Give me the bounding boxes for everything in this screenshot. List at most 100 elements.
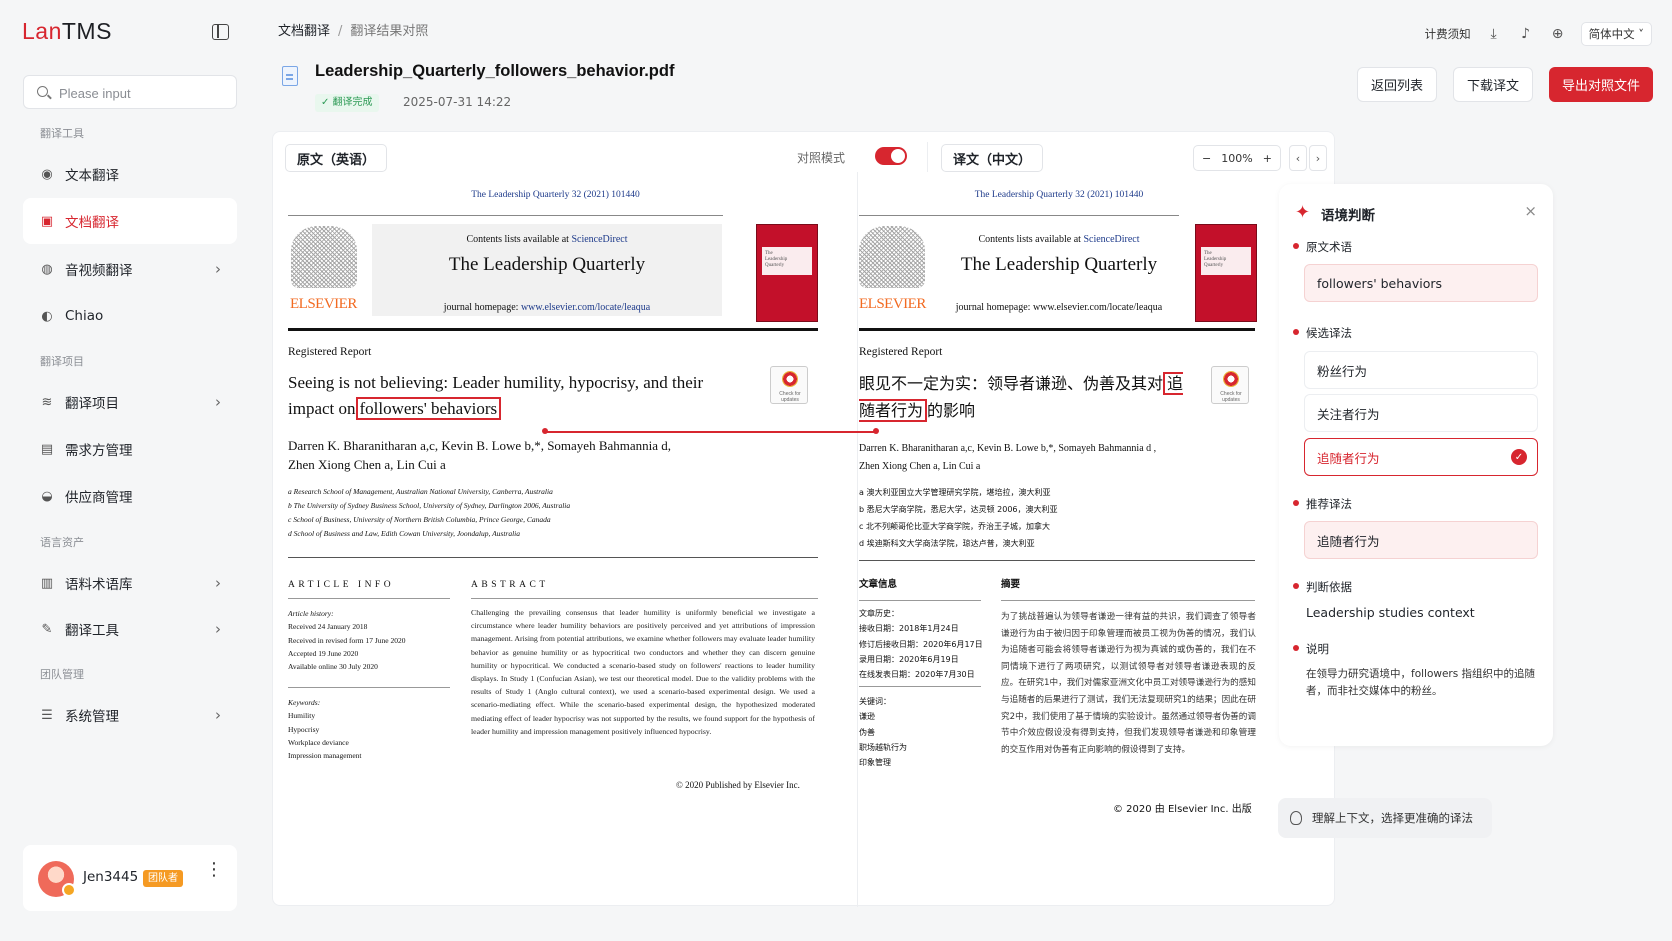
search-icon	[37, 86, 48, 97]
prev-page-button[interactable]: ‹	[1289, 145, 1307, 171]
copyright: © 2020 Published by Elsevier Inc.	[676, 780, 800, 790]
sciencedirect-link[interactable]: ScienceDirect	[1083, 234, 1139, 245]
download-translation-button[interactable]: 下载译文	[1453, 67, 1533, 102]
elsevier-tree-logo	[291, 226, 357, 288]
authors: Darren K. Bharanitharan a,c, Kevin B. Lo…	[859, 443, 1157, 472]
next-page-button[interactable]: ›	[1309, 145, 1327, 171]
masthead-rule	[288, 328, 818, 331]
check-for-updates-badge[interactable]: Check for updates	[1211, 366, 1249, 404]
panel-title: 语境判断	[1321, 208, 1375, 224]
globe-icon[interactable]: ⊕	[1549, 25, 1567, 43]
source-citation: The Leadership Quarterly 32 (2021) 10144…	[471, 190, 640, 200]
chiao-icon: ◐	[41, 308, 53, 324]
journal-homepage-link[interactable]: www.elsevier.com/locate/leaqua	[1033, 302, 1162, 313]
sidebar: LanTMS 翻译工具 ◉文本翻译 ▣文档翻译 ◍音视频翻译› ◐Chiao 翻…	[0, 0, 252, 941]
candidate-option[interactable]: 粉丝行为	[1304, 351, 1538, 389]
chevron-right-icon: ›	[215, 620, 221, 638]
candidate-option-selected[interactable]: 追随者行为 ✓	[1304, 438, 1538, 476]
lightbulb-icon	[1290, 811, 1302, 825]
header-rule	[288, 215, 723, 216]
breadcrumb-doc-translation[interactable]: 文档翻译	[278, 24, 330, 39]
abstract-heading: 摘要	[1001, 579, 1021, 590]
zoom-control: − 100% +	[1193, 145, 1281, 171]
recommended-translation: 追随者行为	[1304, 521, 1538, 559]
term-link-dot-target	[873, 428, 879, 434]
export-comparison-button[interactable]: 导出对照文件	[1549, 67, 1653, 102]
abstract-heading: ABSTRACT	[471, 580, 549, 590]
sciencedirect-link[interactable]: ScienceDirect	[571, 234, 627, 245]
role-badge: 团队者	[143, 870, 183, 887]
close-icon[interactable]: ×	[1524, 202, 1537, 220]
sidebar-item-corpus[interactable]: ▥ 语料术语库 ›	[23, 560, 237, 606]
more-options-icon[interactable]: ⋮	[205, 861, 223, 879]
zoom-in-button[interactable]: +	[1263, 152, 1272, 165]
source-term-box: followers' behaviors	[1304, 264, 1538, 302]
article-info-heading: ARTICLE INFO	[288, 580, 395, 590]
sidebar-item-system[interactable]: ☰ 系统管理 ›	[23, 692, 237, 738]
compare-mode-toggle[interactable]	[875, 147, 907, 165]
sparkle-icon: ✦	[1295, 202, 1311, 223]
file-date: 2025-07-31 14:22	[403, 95, 512, 109]
user-card[interactable]: Jen3445 团队者 ⋮	[23, 845, 237, 911]
sidebar-item-document-translation[interactable]: ▣ 文档翻译	[23, 198, 237, 244]
candidate-option[interactable]: 关注者行为	[1304, 394, 1538, 432]
section-label-tools: 翻译工具	[40, 127, 84, 140]
chevron-right-icon: ›	[215, 393, 221, 411]
zoom-out-button[interactable]: −	[1202, 152, 1211, 165]
chevron-right-icon: ›	[215, 260, 221, 278]
sidebar-collapse-icon[interactable]	[212, 24, 229, 40]
zoom-level: 100%	[1221, 151, 1253, 165]
sidebar-item-projects[interactable]: ≋ 翻译项目 ›	[23, 379, 237, 425]
report-type: Registered Report	[859, 346, 943, 358]
term-link-dot-source	[542, 428, 548, 434]
journal-masthead: Contents lists available at ScienceDirec…	[938, 224, 1180, 316]
journal-title: The Leadership Quarterly	[960, 254, 1158, 275]
bell-icon[interactable]: ♪	[1517, 25, 1535, 43]
app-logo[interactable]: LanTMS	[22, 18, 112, 45]
candidates-label: 候选译法	[1306, 326, 1352, 340]
sidebar-item-demand[interactable]: ▤ 需求方管理	[23, 426, 237, 472]
article-history: 文章历史： 接收日期：2018年1月24日 修订后接收日期：2020年6月17日 录用…	[859, 609, 983, 680]
copyright: © 2020 由 Elsevier Inc. 出版	[1113, 804, 1252, 815]
affiliations: a Research School of Management, Austral…	[288, 487, 571, 538]
article-title: Seeing is not believing: Leader humility…	[288, 373, 704, 420]
sidebar-item-tools[interactable]: ✎ 翻译工具 ›	[23, 606, 237, 652]
document-icon: ▣	[40, 213, 54, 229]
file-name: Leadership_Quarterly_followers_behavior.…	[315, 62, 675, 80]
sidebar-item-chiao[interactable]: ◐ Chiao	[23, 293, 237, 339]
back-to-list-button[interactable]: 返回列表	[1357, 67, 1437, 102]
corpus-icon: ▥	[40, 575, 54, 591]
affiliations: a 澳大利亚国立大学管理研究学院，堪培拉，澳大利亚 b 悉尼大学商学院，悉尼大学，…	[859, 488, 1058, 548]
search-box[interactable]	[23, 75, 237, 109]
highlighted-source-term[interactable]: followers' behaviors	[355, 397, 502, 420]
section-label-projects: 翻译项目	[40, 355, 84, 368]
download-icon[interactable]: ⤓	[1485, 25, 1503, 43]
breadcrumb-current: 翻译结果对照	[350, 24, 429, 39]
sidebar-item-text-translation[interactable]: ◉ 文本翻译	[23, 151, 237, 197]
search-input[interactable]	[59, 82, 229, 104]
sidebar-item-av-translation[interactable]: ◍ 音视频翻译 ›	[23, 246, 237, 292]
language-select[interactable]: 简体中文 ˅	[1580, 22, 1652, 46]
note-text: 在领导力研究语境中，followers 指组织中的追随者，而非社交媒体中的粉丝。	[1306, 668, 1536, 697]
settings-icon: ☰	[41, 707, 53, 723]
demand-icon: ▤	[40, 441, 54, 457]
text-icon: ◉	[41, 166, 53, 182]
check-for-updates-badge[interactable]: Check for updates	[770, 366, 808, 404]
source-page: The Leadership Quarterly 32 (2021) 10144…	[288, 182, 823, 904]
avatar[interactable]	[38, 861, 76, 897]
layers-icon: ≋	[41, 394, 53, 410]
publisher-name: ELSEVIER	[290, 296, 357, 312]
chevron-right-icon: ›	[215, 706, 221, 724]
supplier-icon: ◒	[41, 488, 53, 504]
target-language-label: 译文（中文）	[941, 144, 1044, 172]
billing-link[interactable]: 计费须知	[1425, 26, 1471, 42]
chevron-right-icon: ›	[215, 574, 221, 592]
target-page: The Leadership Quarterly 32 (2021) 10144…	[859, 182, 1259, 904]
source-language-label: 原文（英语）	[285, 144, 388, 172]
journal-homepage-link[interactable]: www.elsevier.com/locate/leaqua	[521, 302, 650, 313]
report-type: Registered Report	[288, 346, 372, 358]
pane-divider	[927, 142, 928, 172]
source-term-label: 原文术语	[1306, 240, 1352, 254]
sidebar-item-supplier[interactable]: ◒ 供应商管理	[23, 473, 237, 519]
article-history: Article history: Received 24 January 2018…	[288, 609, 406, 672]
